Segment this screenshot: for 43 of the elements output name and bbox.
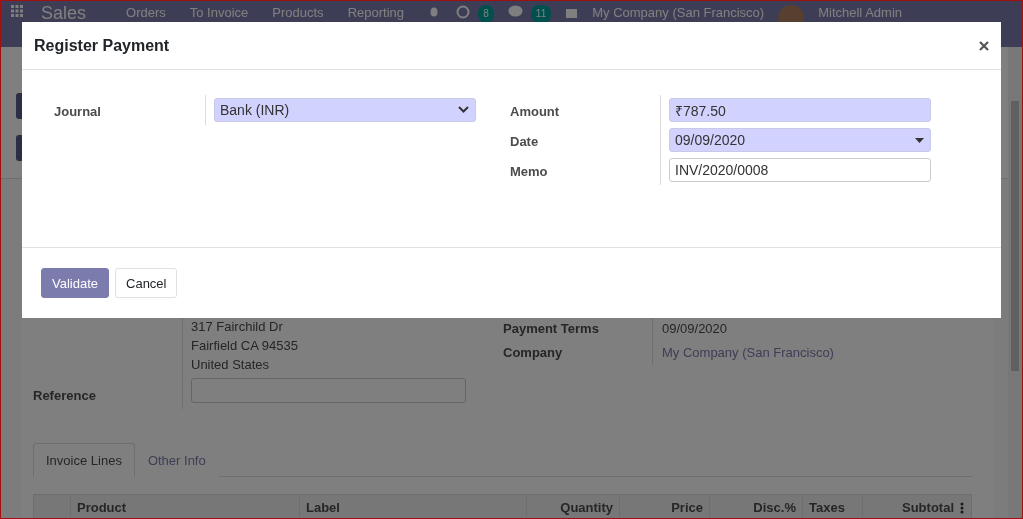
chevron-down-icon (458, 106, 469, 114)
user-menu[interactable]: Mitchell Admin (818, 5, 902, 21)
column-header[interactable]: Product (70, 495, 299, 518)
input-field[interactable]: ₹787.50 (669, 98, 931, 122)
activity-count: 8 (478, 5, 494, 23)
field-label: Journal (54, 103, 102, 121)
date-field[interactable]: 09/09/2020 (669, 128, 931, 152)
chat-icon[interactable] (507, 5, 523, 18)
column-header[interactable]: Price (619, 495, 709, 518)
field-label: Reference (33, 388, 96, 403)
input-field[interactable]: INV/2020/0008 (669, 158, 931, 182)
column-header[interactable]: Quantity (526, 495, 619, 518)
tab[interactable]: Invoice Lines (33, 443, 135, 477)
scrollbar[interactable] (1008, 47, 1022, 518)
column-header[interactable]: Taxes (802, 495, 862, 518)
column-header[interactable]: Label (299, 495, 526, 518)
address-line: United States (191, 356, 271, 374)
address-line: Fairfield CA 94535 (191, 337, 299, 355)
field-label: Date (510, 133, 540, 151)
cancel-button[interactable]: Cancel (115, 268, 178, 298)
journal-select[interactable]: Bank (INR) (214, 98, 476, 122)
field-label: Company (503, 341, 653, 365)
caret-down-icon (915, 137, 924, 143)
reference-input[interactable] (191, 378, 466, 403)
address-line: 317 Fairchild Dr (191, 318, 284, 336)
menu-item[interactable]: Reporting (347, 5, 404, 21)
menu-item[interactable]: Products (272, 5, 324, 21)
field-label: Memo (510, 163, 549, 181)
apps-grid-icon[interactable] (11, 5, 23, 17)
message-count: 11 (530, 5, 552, 23)
column-header[interactable]: Subtotal (862, 495, 960, 518)
field-label: Amount (510, 103, 561, 121)
dialog-title: Register Payment (34, 36, 170, 55)
company-switcher[interactable]: My Company (San Francisco) (592, 5, 765, 21)
column-header[interactable]: Disc.% (709, 495, 802, 518)
kebab-menu-icon[interactable] (960, 502, 964, 514)
menu-item[interactable]: To Invoice (189, 5, 249, 21)
field-value: 09/09/2020 (661, 320, 729, 338)
menu-item[interactable]: Orders (126, 5, 166, 21)
close-button[interactable] (979, 40, 989, 51)
company-link[interactable]: My Company (San Francisco) (653, 341, 853, 365)
app-title[interactable]: Sales (41, 5, 87, 22)
validate-button[interactable]: Validate (41, 268, 109, 298)
